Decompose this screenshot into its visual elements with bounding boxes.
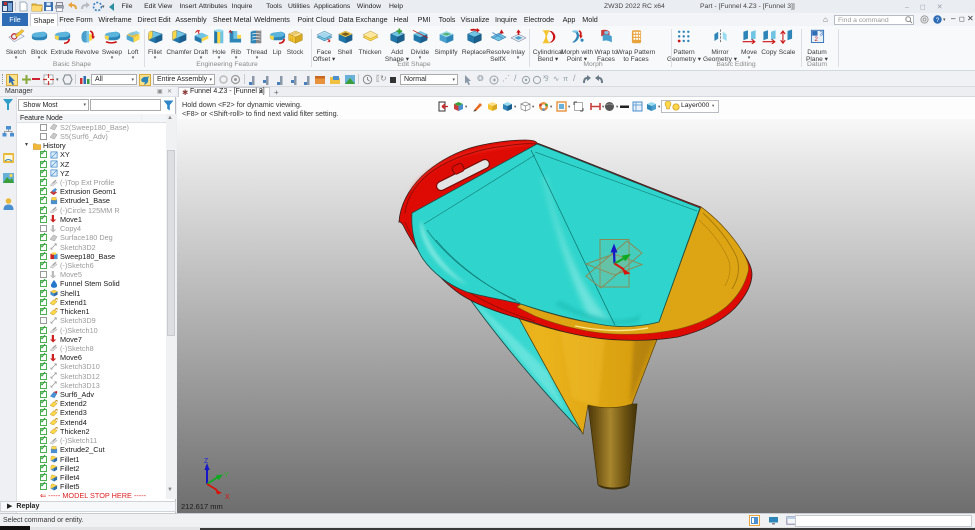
svg-text:X: X (225, 494, 230, 501)
svg-text:?: ? (936, 17, 940, 24)
svg-text:Z: Z (204, 458, 209, 465)
svg-text:Y: Y (224, 472, 229, 479)
